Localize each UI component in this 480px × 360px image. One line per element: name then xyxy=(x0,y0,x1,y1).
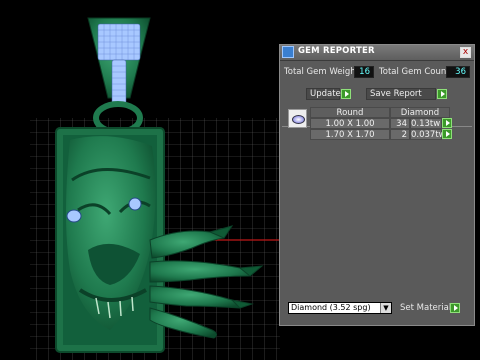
right-eye-gem xyxy=(128,197,142,211)
save-report-button[interactable]: Save Report xyxy=(366,88,436,100)
close-button[interactable]: x xyxy=(460,47,471,58)
update-arrow-icon[interactable] xyxy=(341,89,351,99)
row-weight: 0.13tw xyxy=(410,118,442,129)
gem-reporter-icon xyxy=(282,46,294,58)
save-report-arrow-icon[interactable] xyxy=(437,89,447,99)
panel-title: GEM REPORTER xyxy=(298,46,375,56)
gem-reporter-panel: GEM REPORTER x Total Gem Weight 16 Total… xyxy=(279,44,475,326)
row-count: 2 xyxy=(390,129,410,140)
row-size: 1.70 X 1.70 xyxy=(310,129,390,140)
total-gem-weight-label: Total Gem Weight xyxy=(284,67,359,77)
row-count: 34 xyxy=(390,118,410,129)
total-gem-count-label: Total Gem Count xyxy=(379,67,450,77)
column-header-cut: Round xyxy=(310,107,390,118)
material-select-value: Diamond (3.52 spg) xyxy=(291,303,371,312)
row-select-arrow-icon[interactable] xyxy=(442,129,452,139)
material-select[interactable]: Diamond (3.52 spg) ▼ xyxy=(288,302,392,314)
set-material-arrow-icon[interactable] xyxy=(450,303,460,313)
row-size: 1.00 X 1.00 xyxy=(310,118,390,129)
column-header-stone: Diamond xyxy=(390,107,450,118)
left-eye-gem xyxy=(66,209,82,223)
panel-titlebar[interactable]: GEM REPORTER x xyxy=(280,45,474,61)
update-button[interactable]: Update xyxy=(306,88,341,100)
row-select-arrow-icon[interactable] xyxy=(442,118,452,128)
set-material-button[interactable]: Set Material xyxy=(400,303,451,313)
gem-thumbnail-icon xyxy=(288,109,307,128)
row-weight: 0.037tw xyxy=(410,129,446,140)
chevron-down-icon[interactable]: ▼ xyxy=(380,303,391,313)
total-gem-count-value: 36 xyxy=(446,66,470,78)
total-gem-weight-value: 16 xyxy=(354,66,374,78)
